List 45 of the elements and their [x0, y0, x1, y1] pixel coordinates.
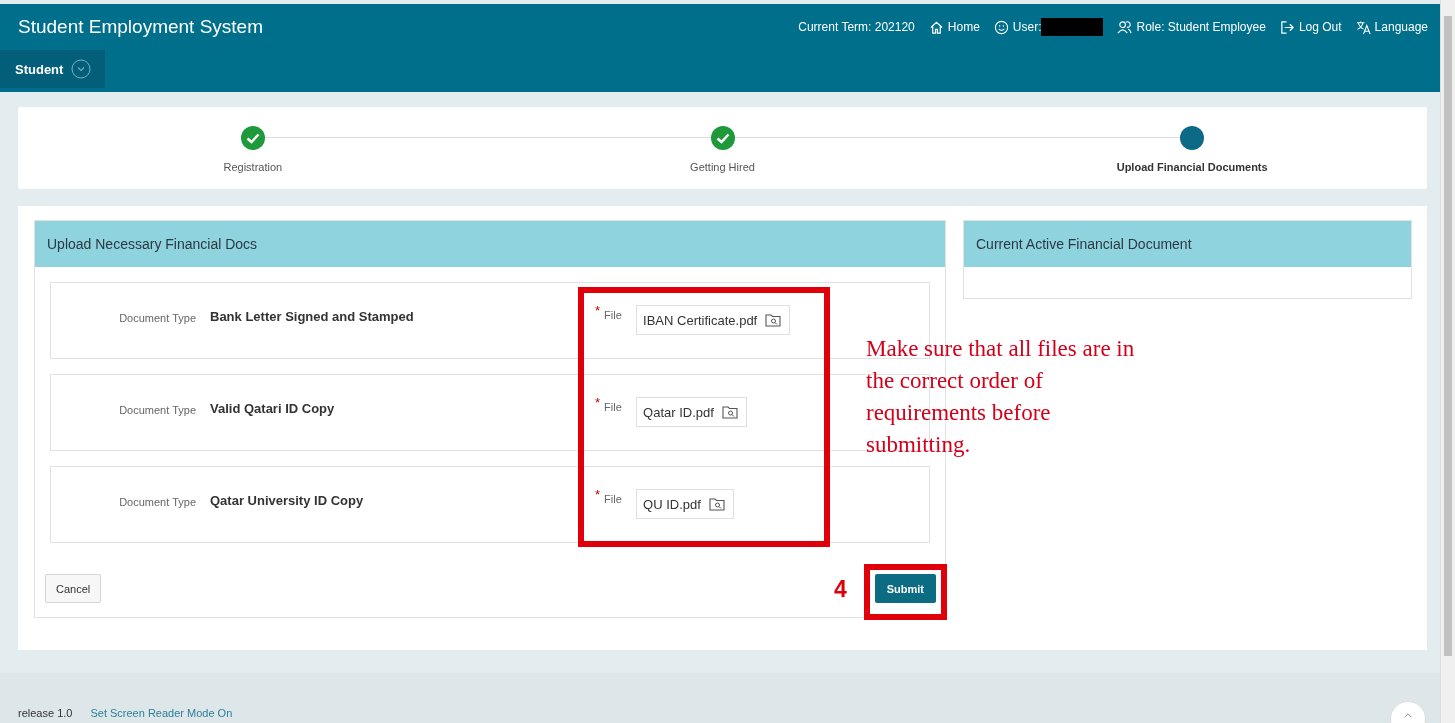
- field-label: File: [604, 401, 623, 413]
- smiley-icon: [993, 19, 1009, 35]
- folder-search-icon: [765, 313, 782, 327]
- translate-icon: [1355, 19, 1371, 35]
- document-type: Qatar University ID Copy: [209, 493, 365, 508]
- current-term: Current Term: 202120: [798, 20, 915, 34]
- field-label: Document Type: [118, 312, 196, 324]
- language-link[interactable]: Language: [1355, 19, 1428, 35]
- document-type: Valid Qatari ID Copy: [209, 401, 336, 416]
- file-field[interactable]: QU ID.pdf: [636, 489, 734, 519]
- chevron-down-icon: [71, 59, 92, 79]
- step-label: Registration: [223, 161, 283, 173]
- scrollbar[interactable]: [1440, 0, 1455, 723]
- cancel-button[interactable]: Cancel: [45, 574, 102, 603]
- file-field[interactable]: IBAN Certificate.pdf: [636, 305, 791, 335]
- logout-link[interactable]: Log Out: [1279, 19, 1342, 35]
- people-icon: [1117, 19, 1133, 35]
- step-label: Getting Hired: [690, 161, 755, 173]
- caret-up-icon: [1403, 712, 1413, 719]
- document-type: Bank Letter Signed and Stamped: [209, 309, 415, 324]
- field-label: Document Type: [118, 496, 196, 508]
- region-title: Upload Necessary Financial Docs: [47, 236, 258, 252]
- step-number: 4: [834, 576, 847, 603]
- release-version: release 1.0: [18, 707, 73, 719]
- region-title: Current Active Financial Document: [976, 236, 1192, 252]
- folder-search-icon: [708, 497, 725, 511]
- field-label: File: [604, 309, 623, 321]
- field-label: File: [604, 493, 623, 505]
- app-title: Student Employment System: [18, 16, 263, 38]
- field-label: Document Type: [118, 404, 196, 416]
- required-asterisk: *: [595, 303, 601, 318]
- file-field[interactable]: Qatar ID.pdf: [636, 397, 747, 427]
- role-link[interactable]: Role: Student Employee: [1117, 19, 1266, 35]
- home-link[interactable]: Home: [928, 19, 980, 35]
- logout-icon: [1279, 19, 1295, 35]
- submit-button[interactable]: Submit: [874, 574, 936, 603]
- annotation-note: Make sure that all files are in the correct order of requirements before submitting.: [866, 335, 1136, 459]
- home-icon: [928, 19, 944, 35]
- folder-search-icon: [721, 405, 738, 419]
- student-menu-tab[interactable]: Student: [0, 50, 105, 88]
- required-asterisk: *: [595, 395, 601, 410]
- required-asterisk: *: [595, 487, 601, 502]
- user-link[interactable]: User:: [993, 19, 1042, 35]
- step-label: Upload Financial Documents: [1116, 161, 1268, 173]
- screen-reader-link[interactable]: Set Screen Reader Mode On: [90, 707, 233, 719]
